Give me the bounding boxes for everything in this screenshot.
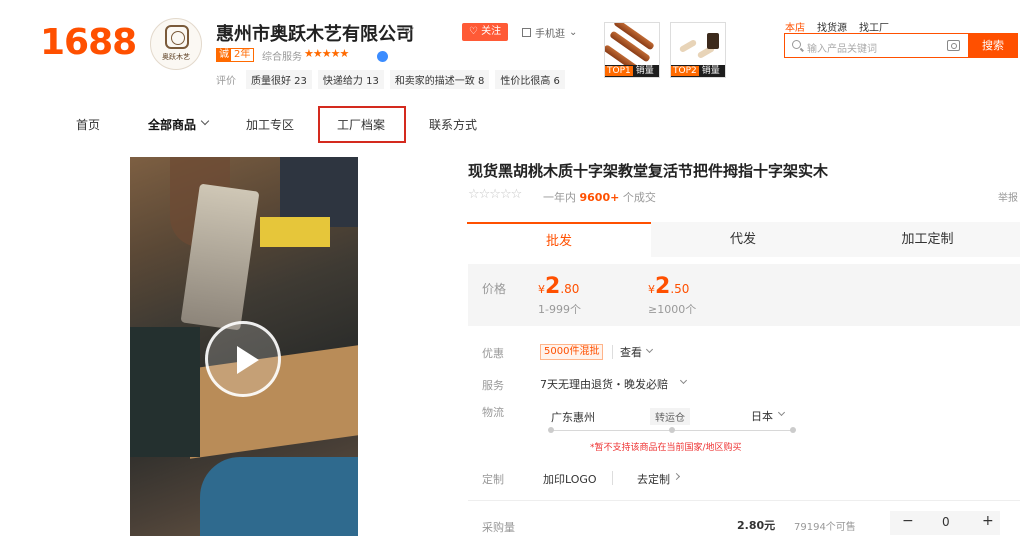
ship-warning: *暂不支持该商品在当前国家/地区购买 [590, 443, 742, 453]
divider [612, 471, 613, 485]
logistics-label: 物流 [482, 406, 504, 419]
top-product-thumb[interactable]: TOP2 销量 [670, 22, 726, 78]
price-label: 价格 [482, 282, 507, 296]
rank-badge: TOP1 销量 [605, 65, 659, 77]
plus-button[interactable]: + [982, 513, 994, 529]
bottle-image [707, 33, 719, 49]
service-label: 服务 [482, 379, 504, 392]
follow-label: 关注 [481, 26, 502, 37]
rating-label: 评价 [216, 76, 236, 87]
ship-via: 转运仓 [650, 408, 690, 425]
nav-contact[interactable]: 联系方式 [429, 116, 477, 133]
rating-tag: 和卖家的描述一致 8 [389, 70, 490, 89]
cheng-badge-left: 诚 [217, 49, 231, 61]
promo-tag: 5000件混批 [540, 344, 604, 360]
chevron-down-icon [200, 116, 210, 126]
nav-processing[interactable]: 加工专区 [246, 116, 294, 133]
shop-seal-icon [165, 25, 189, 49]
price-tier: ¥2.80 1-999个 [538, 274, 581, 316]
quantity-value[interactable]: 0 [942, 515, 950, 529]
minus-button[interactable]: − [902, 513, 914, 529]
tab-dropship[interactable]: 代发 [651, 222, 835, 257]
product-title: 现货黑胡桃木质十字架教堂复活节把件拇指十字架实木 [468, 162, 829, 180]
quantity-label: 采购量 [482, 521, 515, 534]
rating-tag: 快递给力 13 [317, 70, 384, 89]
shop-avatar[interactable]: 奥跃木艺 [150, 18, 202, 70]
machine-image [130, 327, 200, 457]
top-product-thumb[interactable]: TOP1 销量 [604, 22, 660, 78]
rank-badge: TOP2 销量 [671, 65, 725, 77]
yellow-crate-image [260, 217, 330, 247]
price-panel: 价格 ¥2.80 1-999个 ¥2.50 ≥1000个 [468, 264, 1020, 326]
play-button[interactable] [205, 321, 281, 397]
cheng-badge-years: 2年 [234, 49, 251, 60]
nav-home[interactable]: 首页 [76, 116, 100, 133]
chevron-down-icon [777, 408, 786, 417]
shop-nav: 首页 全部商品 加工专区 工厂档案 联系方式 [0, 106, 1024, 142]
divider [468, 500, 1020, 501]
product-rating-stars: ☆☆☆☆☆ [468, 187, 522, 202]
camera-icon[interactable] [947, 40, 960, 51]
shop-rating-stars: ★★★★★ [304, 47, 349, 60]
highlight-box [318, 106, 406, 143]
mobile-browse-label: 手机逛 [535, 29, 565, 40]
rating-tag: 质量很好 23 [246, 70, 312, 89]
divider [612, 345, 613, 359]
search-button[interactable]: 搜索 [968, 33, 1018, 58]
search-scope-links: 本店 找货源 找工厂 [785, 19, 889, 34]
ship-from[interactable]: 广东惠州 [551, 409, 595, 425]
score-label: 综合服务 [262, 52, 302, 63]
purchase-tabs: 批发 代发 加工定制 [467, 222, 1020, 257]
scope-this-shop[interactable]: 本店 [785, 19, 805, 34]
mobile-browse-link[interactable]: 手机逛 ⌄ [522, 25, 577, 40]
nav-all-products[interactable]: 全部商品 [148, 116, 196, 133]
heart-icon: ♡ [468, 26, 482, 37]
unit-price: 2.80元 [737, 519, 776, 532]
rating-tag: 性价比很高 6 [495, 70, 565, 89]
custom-logo-link[interactable]: 加印LOGO [543, 471, 597, 487]
go-customize-link[interactable]: 去定制 [637, 471, 670, 487]
stock-count: 79194个可售 [794, 522, 856, 533]
promo-label: 优惠 [482, 347, 504, 360]
tab-wholesale[interactable]: 批发 [467, 222, 651, 257]
chevron-down-icon [679, 376, 688, 385]
search-placeholder: 输入产品关键词 [807, 44, 877, 55]
ship-to-select[interactable]: 日本 [751, 408, 773, 424]
play-icon [237, 346, 259, 374]
custom-label: 定制 [482, 473, 504, 486]
scope-find-source[interactable]: 找货源 [817, 19, 847, 34]
route-dot [548, 427, 554, 433]
view-promo-link[interactable]: 查看 [620, 344, 642, 360]
search-input[interactable]: 输入产品关键词 [784, 33, 968, 58]
wood-piece-image [678, 38, 698, 54]
sold-count: 一年内 9600+ 个成交 [543, 191, 656, 204]
blue-hose-image [200, 457, 358, 536]
service-text[interactable]: 7天无理由退货・晚发必赔 [540, 376, 668, 392]
tab-custom[interactable]: 加工定制 [835, 222, 1020, 257]
follow-button[interactable]: ♡ 关注 [462, 23, 508, 41]
qr-code-icon [522, 28, 531, 37]
price-tier: ¥2.50 ≥1000个 [648, 274, 697, 316]
route-dot [790, 427, 796, 433]
shop-name[interactable]: 惠州市奥跃木艺有限公司 [216, 20, 414, 46]
report-link[interactable]: 举报 [998, 189, 1018, 204]
quantity-stepper[interactable]: − 0 + [890, 511, 1000, 535]
shop-avatar-text: 奥跃木艺 [162, 53, 190, 61]
chevron-down-icon: ⌄ [569, 27, 578, 38]
chevron-down-icon [645, 345, 654, 354]
chevron-right-icon [672, 472, 681, 481]
cheng-badge: 诚 2年 [216, 48, 255, 62]
verified-icon [377, 51, 388, 62]
scope-find-factory[interactable]: 找工厂 [859, 19, 889, 34]
route-dot [669, 427, 675, 433]
search-icon [792, 40, 801, 49]
product-video[interactable] [130, 157, 358, 536]
site-logo[interactable]: 1688 [40, 22, 137, 63]
rating-row: 评价 质量很好 23 快递给力 13 和卖家的描述一致 8 性价比很高 6 [216, 70, 565, 89]
